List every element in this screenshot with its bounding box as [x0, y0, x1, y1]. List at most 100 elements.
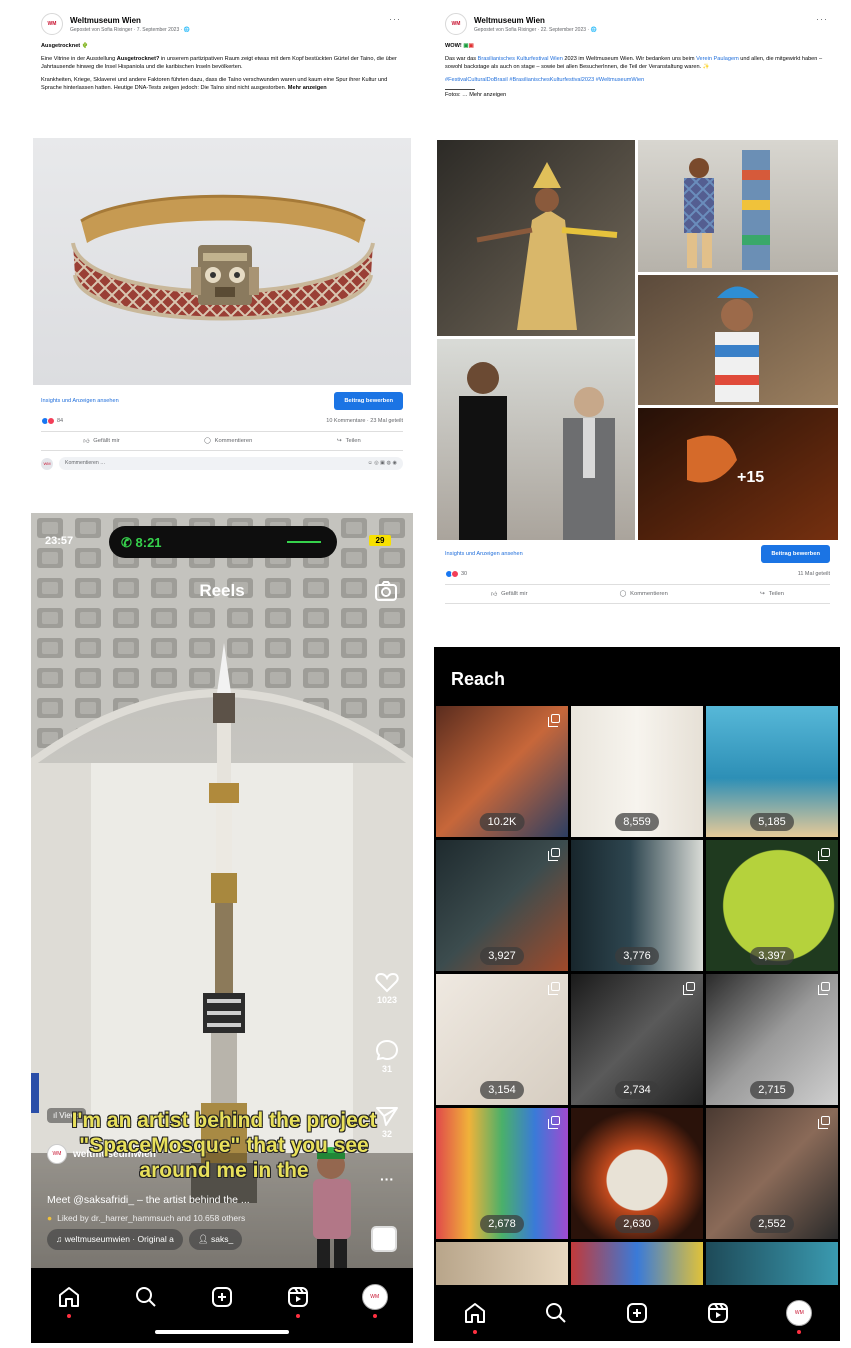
- photo-grid[interactable]: +15: [437, 140, 838, 540]
- paragraph1-a: Eine Vitrine in der Ausstellung: [41, 56, 117, 62]
- facebook-post-taino-belt: WM Weltmuseum Wien Gepostet von Sofia Ri…: [33, 3, 411, 495]
- dynamic-island-call[interactable]: ✆ 8:21: [109, 526, 337, 558]
- comment-reel-button[interactable]: 31: [371, 1038, 403, 1074]
- reels-tab[interactable]: [283, 1282, 313, 1318]
- action-bar: 👍︎ Gefällt mir ◯ Kommentieren ↪ Teilen: [41, 431, 403, 451]
- carousel-icon: [818, 982, 830, 995]
- comment-input[interactable]: Kommentieren … ☺ ◎ ▣ ◍ ◉: [59, 457, 403, 470]
- comment-placeholder: Kommentieren …: [65, 460, 106, 466]
- comment-label: Kommentieren: [214, 438, 253, 444]
- page-avatar[interactable]: WM: [41, 13, 63, 35]
- more-options-button[interactable]: ···: [389, 14, 401, 24]
- camera-icon[interactable]: [374, 580, 398, 602]
- comment-icon: ◯: [619, 591, 627, 597]
- home-tab[interactable]: [460, 1298, 490, 1334]
- reach-count: 3,397: [750, 947, 794, 965]
- carousel-icon: [683, 982, 695, 995]
- search-tab[interactable]: [541, 1298, 571, 1328]
- hashtags[interactable]: #FestivalCulturalDoBrasil #Brasilianisch…: [445, 76, 830, 84]
- audio-chip[interactable]: ♫ weltmuseumwien · Original a: [47, 1229, 183, 1250]
- reach-tile[interactable]: 10.2K: [436, 706, 568, 837]
- insights-row: Insights und Anzeigen ansehen Beitrag be…: [33, 389, 411, 413]
- video-subtitle: I'm an artist behind the project "SpaceM…: [71, 1109, 377, 1182]
- verein-link[interactable]: Verein Paulagem: [696, 56, 739, 62]
- post-header: WM Weltmuseum Wien Gepostet von Sofia Ri…: [437, 3, 838, 39]
- tagged-user-chip[interactable]: 👤︎ saks_: [188, 1229, 243, 1250]
- festival-link[interactable]: Brasilianisches Kulturfestival Wien: [478, 56, 563, 62]
- reactions-row: 84 10 Kommentare · 23 Mal geteilt: [33, 413, 411, 429]
- more-link[interactable]: Mehr anzeigen: [288, 85, 327, 91]
- reach-tile[interactable]: 8,559: [571, 706, 703, 837]
- profile-tab[interactable]: WM: [784, 1298, 814, 1334]
- audio-chip-label: weltmuseumwien · Original a: [64, 1234, 174, 1244]
- reach-count: 2,715: [750, 1081, 794, 1099]
- insights-link[interactable]: Insights und Anzeigen ansehen: [445, 551, 523, 557]
- page-name[interactable]: Weltmuseum Wien: [70, 16, 190, 25]
- reach-tile[interactable]: 2,630: [571, 1108, 703, 1239]
- search-tab[interactable]: [131, 1282, 161, 1312]
- text-a: Das war das: [445, 56, 478, 62]
- reach-tile[interactable]: 3,397: [706, 840, 838, 971]
- photos-more-link[interactable]: Fotos: … Mehr anzeigen: [445, 91, 830, 99]
- person-icon: 👤︎: [197, 1234, 212, 1244]
- reach-tile[interactable]: 2,678: [436, 1108, 568, 1239]
- home-tab[interactable]: [54, 1282, 84, 1318]
- reach-tile[interactable]: 2,734: [571, 974, 703, 1105]
- page-avatar[interactable]: WM: [445, 13, 467, 35]
- boost-post-button[interactable]: Beitrag bewerben: [334, 392, 403, 410]
- audio-thumbnail[interactable]: [371, 1226, 397, 1252]
- notification-dot: [296, 1314, 301, 1318]
- reach-tile[interactable]: 5,185: [706, 706, 838, 837]
- comment-button[interactable]: ◯ Kommentieren: [620, 591, 668, 597]
- like-button[interactable]: 👍︎ Gefällt mir: [491, 591, 527, 598]
- more-options-button[interactable]: ···: [816, 14, 828, 24]
- page-title: Reels: [199, 581, 245, 600]
- share-icon: ↪: [759, 591, 765, 597]
- reach-tile[interactable]: 2,552: [706, 1108, 838, 1239]
- likes-count: 1023: [376, 995, 398, 1005]
- post-image-taino-belt[interactable]: [33, 138, 411, 385]
- create-tab[interactable]: [207, 1282, 237, 1312]
- commenter-avatar: WM: [41, 457, 53, 470]
- post-byline: Gepostet von Sofia Rixinger · 22. Septem…: [474, 27, 597, 33]
- search-icon: [135, 1287, 156, 1307]
- reactions-count[interactable]: 84: [57, 418, 63, 424]
- profile-tab[interactable]: WM: [360, 1282, 390, 1318]
- liked-by-avatars-icon: ●: [47, 1213, 53, 1223]
- share-button[interactable]: ↪ Teilen: [337, 438, 361, 444]
- reel-chips: ♫ weltmuseumwien · Original a 👤︎ saks_: [47, 1229, 243, 1250]
- reach-tile[interactable]: 3,927: [436, 840, 568, 971]
- home-indicator[interactable]: [155, 1330, 289, 1334]
- create-tab[interactable]: [622, 1298, 652, 1328]
- reach-tile[interactable]: 3,776: [571, 840, 703, 971]
- share-button[interactable]: ↪ Teilen: [760, 591, 784, 597]
- globe-icon: 🌐: [183, 26, 190, 33]
- comments-shares-count[interactable]: 10 Kommentare · 23 Mal geteilt: [326, 418, 403, 424]
- boost-post-button[interactable]: Beitrag bewerben: [761, 545, 830, 563]
- reel-caption[interactable]: Meet @saksafridi_ – the artist behind th…: [47, 1194, 250, 1206]
- reach-count: 2,552: [750, 1215, 794, 1233]
- notification-dot: [372, 1314, 377, 1318]
- notification-dot: [797, 1330, 802, 1334]
- reach-count: 3,776: [615, 947, 659, 965]
- reach-tile[interactable]: 3,154: [436, 974, 568, 1105]
- like-button[interactable]: 👍︎ Gefällt mir: [83, 438, 119, 445]
- profile-avatar: WM: [361, 1284, 388, 1310]
- like-reel-button[interactable]: 1023: [371, 971, 403, 1005]
- paragraph1-bold: Ausgetrocknet?: [116, 56, 160, 62]
- comment-button[interactable]: ◯ Kommentieren: [204, 438, 252, 444]
- page-name[interactable]: Weltmuseum Wien: [474, 16, 597, 25]
- liked-by[interactable]: ● Liked by dr._harrer_hammsuch and 10.65…: [47, 1213, 317, 1223]
- comments-count: 31: [381, 1064, 392, 1074]
- carousel-icon: [548, 1116, 560, 1129]
- comment-tools-icons[interactable]: ☺ ◎ ▣ ◍ ◉: [367, 460, 397, 467]
- reach-tile[interactable]: 2,715: [706, 974, 838, 1105]
- reels-tab[interactable]: [703, 1298, 733, 1328]
- call-timer-text: 8:21: [135, 535, 162, 550]
- reactions-count[interactable]: 30: [461, 571, 467, 577]
- profile-avatar: WM: [786, 1300, 813, 1326]
- reactions-row: 30 11 Mal geteilt: [437, 566, 838, 582]
- shares-count[interactable]: 11 Mal geteilt: [798, 571, 830, 577]
- insights-link[interactable]: Insights und Anzeigen ansehen: [41, 398, 119, 404]
- love-reaction-icon: [47, 417, 55, 425]
